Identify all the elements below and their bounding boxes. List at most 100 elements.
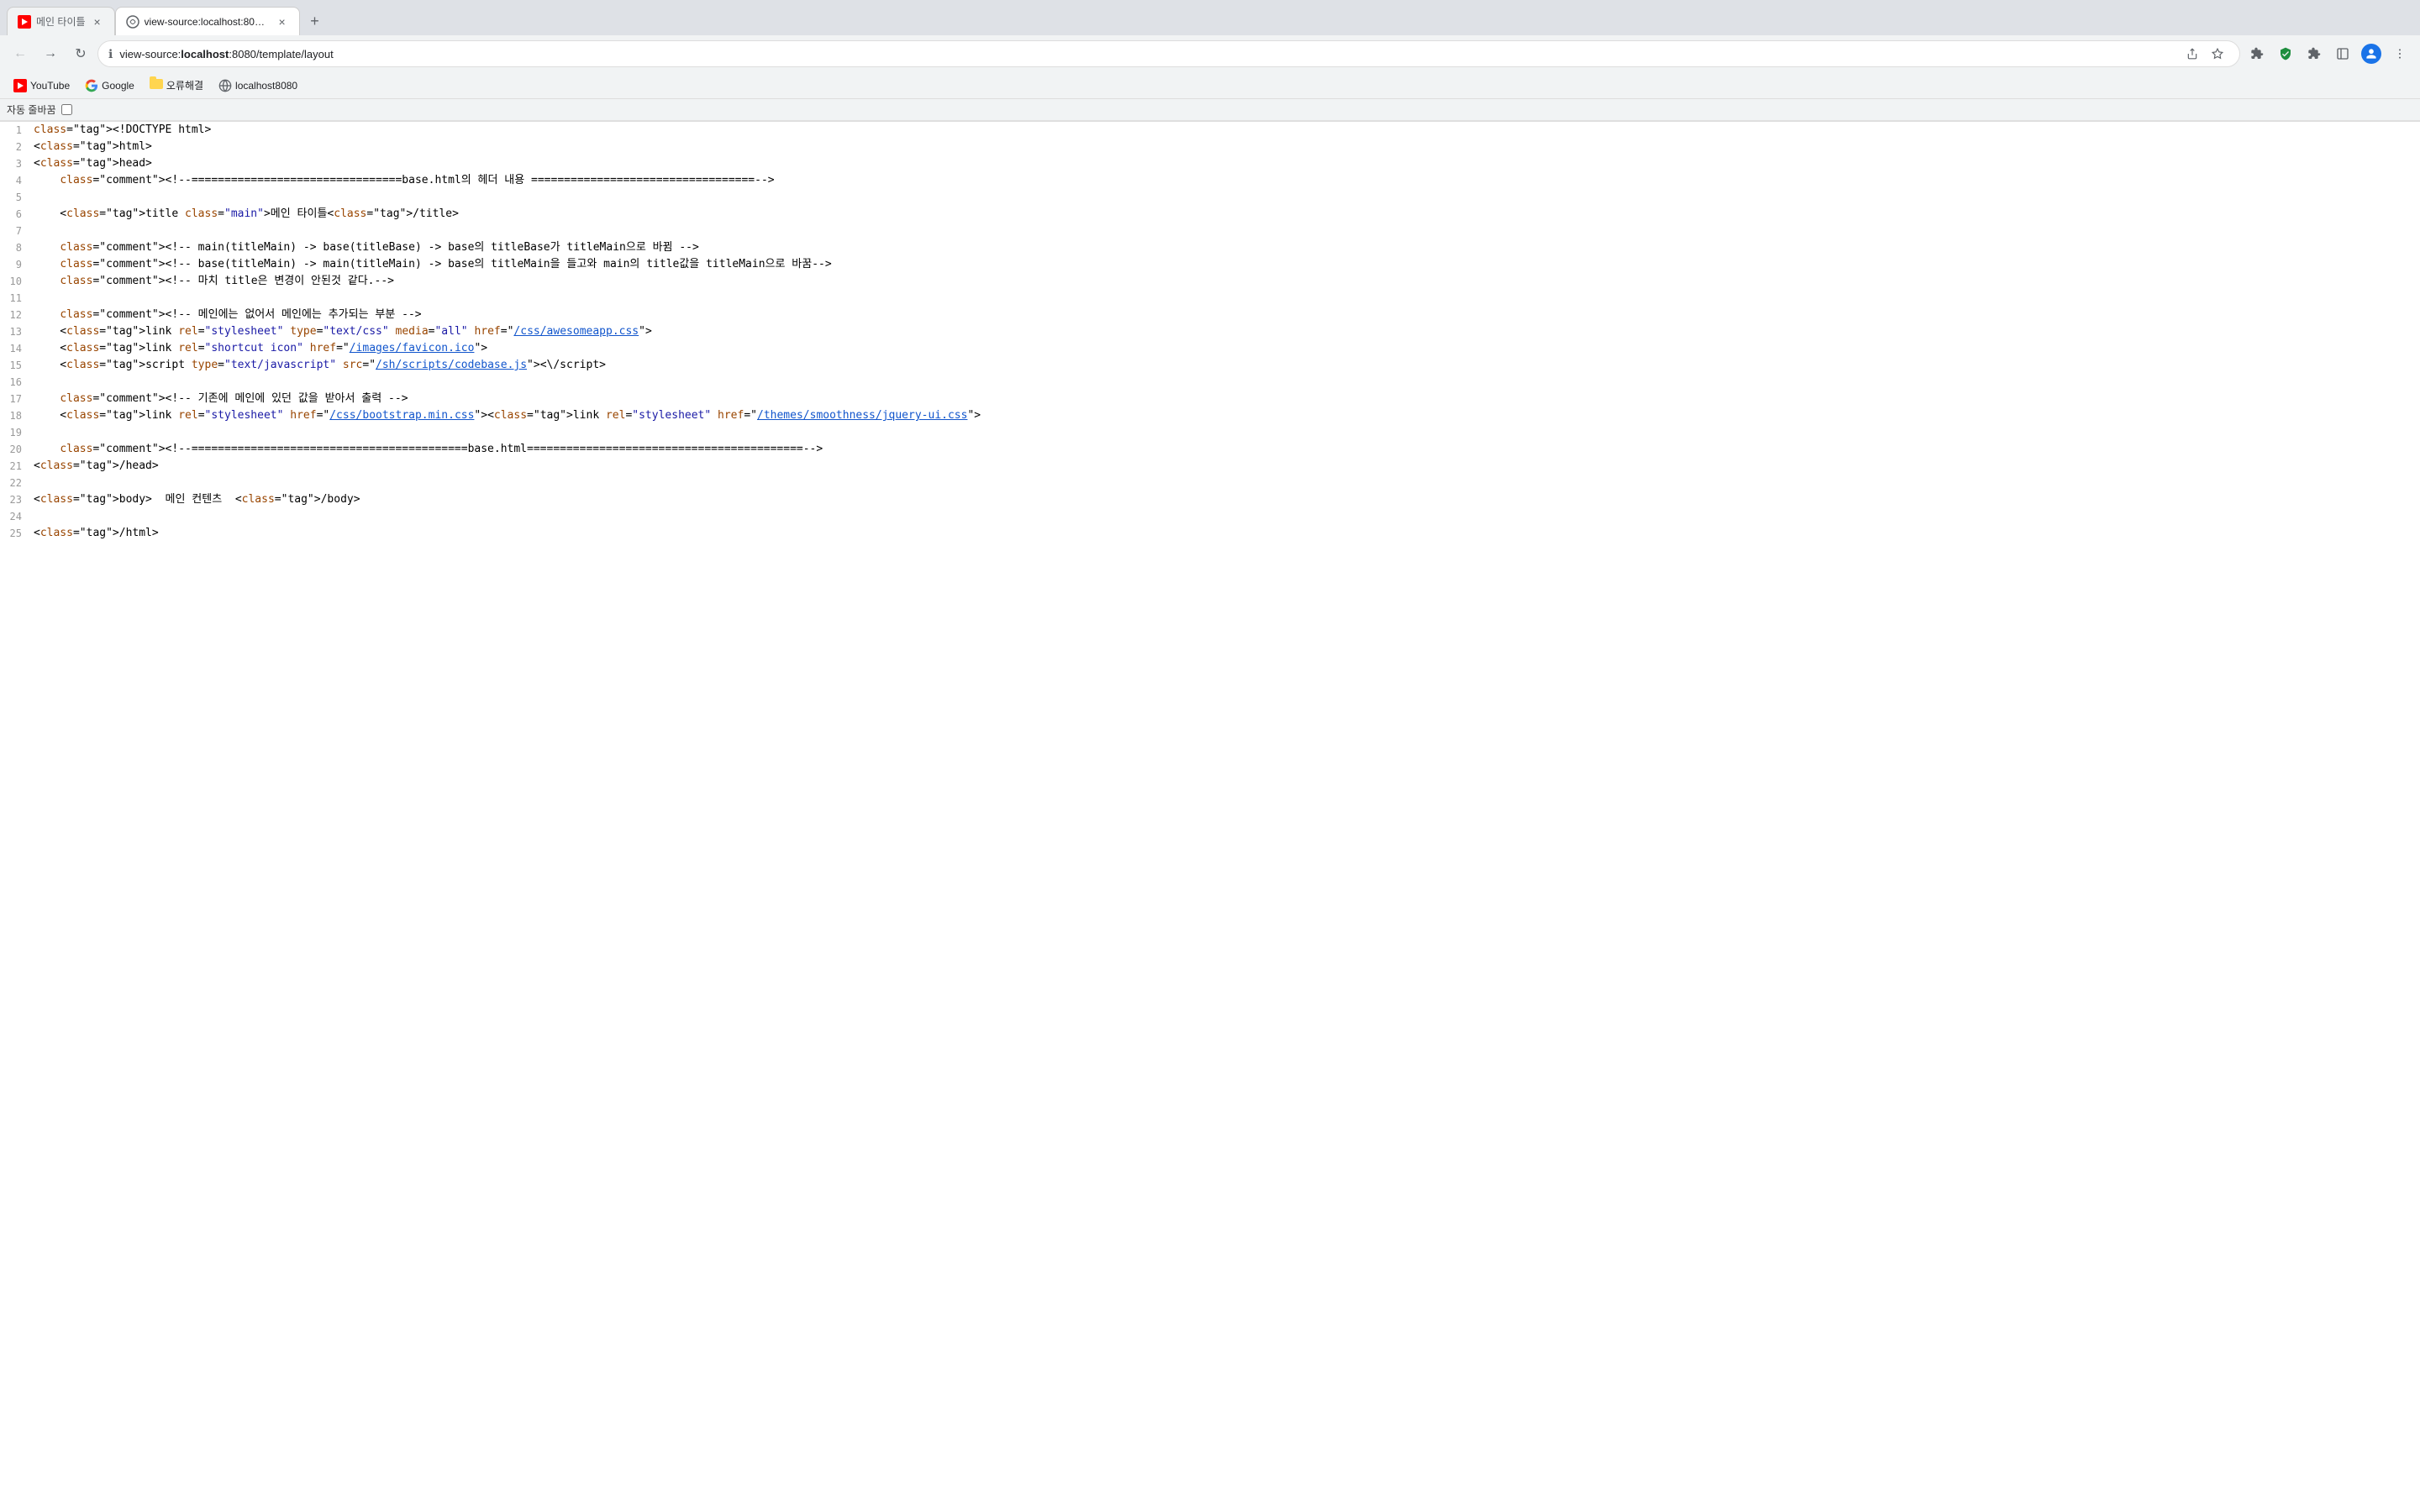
- code-line: 21<class="tag">/head>: [0, 458, 2420, 475]
- code-line: 18 <class="tag">link rel="stylesheet" hr…: [0, 407, 2420, 424]
- line-number: 22: [0, 475, 30, 491]
- line-content: [30, 424, 2420, 441]
- line-number: 14: [0, 340, 30, 357]
- code-line: 3<class="tag">head>: [0, 155, 2420, 172]
- tab2-close-button[interactable]: ×: [276, 15, 289, 29]
- tab-bar: 메인 타이틀 × view-source:localhost:8080/t...…: [0, 0, 2420, 35]
- line-content: [30, 475, 2420, 491]
- code-line: 16: [0, 374, 2420, 391]
- code-line: 4 class="comment"><!--==================…: [0, 172, 2420, 189]
- line-content: <class="tag">link rel="stylesheet" type=…: [30, 323, 2420, 340]
- address-hostname: localhost: [181, 48, 229, 60]
- bookmark-youtube[interactable]: YouTube: [7, 76, 76, 96]
- line-number: 10: [0, 273, 30, 290]
- sidebar-button[interactable]: [2329, 40, 2356, 67]
- line-number: 19: [0, 424, 30, 441]
- line-content: <class="tag">html>: [30, 139, 2420, 155]
- line-number: 13: [0, 323, 30, 340]
- line-content: [30, 374, 2420, 391]
- forward-button[interactable]: →: [37, 40, 64, 67]
- line-number: 20: [0, 441, 30, 458]
- autowrap-label: 자동 줄바꿈: [7, 102, 56, 117]
- bookmark-error-label: 오류해결: [166, 78, 203, 92]
- line-number: 25: [0, 525, 30, 542]
- code-line: 25<class="tag">/html>: [0, 525, 2420, 542]
- line-number: 5: [0, 189, 30, 206]
- line-content: class="comment"><!-- 메인에는 없어서 메인에는 추가되는 …: [30, 307, 2420, 323]
- address-prefix: view-source:: [119, 48, 181, 60]
- line-content: <class="tag">script type="text/javascrip…: [30, 357, 2420, 374]
- code-line: 6 <class="tag">title class="main">메인 타이틀…: [0, 206, 2420, 223]
- code-line: 10 class="comment"><!-- 마치 title은 변경이 안된…: [0, 273, 2420, 290]
- line-number: 17: [0, 391, 30, 407]
- line-content: <class="tag">body> 메인 컨텐츠 <class="tag">/…: [30, 491, 2420, 508]
- bookmark-google[interactable]: Google: [78, 76, 141, 96]
- bookmarks-bar: YouTube Google 오류해결 localhost8080: [0, 72, 2420, 99]
- bookmark-localhost[interactable]: localhost8080: [212, 76, 304, 96]
- line-number: 4: [0, 172, 30, 189]
- line-number: 12: [0, 307, 30, 323]
- line-content: <class="tag">head>: [30, 155, 2420, 172]
- code-line: 19: [0, 424, 2420, 441]
- line-content: <class="tag">/head>: [30, 458, 2420, 475]
- menu-button[interactable]: [2386, 40, 2413, 67]
- bookmark-google-favicon: [85, 79, 98, 92]
- line-content: class="comment"><!-- main(titleMain) -> …: [30, 239, 2420, 256]
- tab-main-title[interactable]: 메인 타이틀 ×: [7, 7, 115, 35]
- address-text: view-source:localhost:8080/template/layo…: [119, 48, 2174, 60]
- code-line: 14 <class="tag">link rel="shortcut icon"…: [0, 340, 2420, 357]
- line-number: 23: [0, 491, 30, 508]
- autowrap-checkbox[interactable]: [61, 104, 72, 115]
- code-line: 17 class="comment"><!-- 기존에 메인에 있던 값을 받아…: [0, 391, 2420, 407]
- reload-button[interactable]: ↻: [67, 40, 94, 67]
- shield-button[interactable]: [2272, 40, 2299, 67]
- new-tab-button[interactable]: +: [303, 9, 327, 33]
- toolbar-actions: [2244, 40, 2413, 67]
- line-content: [30, 290, 2420, 307]
- line-number: 15: [0, 357, 30, 374]
- address-bar[interactable]: ℹ view-source:localhost:8080/template/la…: [97, 40, 2240, 67]
- code-line: 2<class="tag">html>: [0, 139, 2420, 155]
- line-number: 11: [0, 290, 30, 307]
- code-line: 24: [0, 508, 2420, 525]
- tab-viewsource[interactable]: view-source:localhost:8080/t... ×: [115, 7, 300, 35]
- code-line: 9 class="comment"><!-- base(titleMain) -…: [0, 256, 2420, 273]
- line-number: 9: [0, 256, 30, 273]
- line-content: <class="tag">link rel="stylesheet" href=…: [30, 407, 2420, 424]
- nav-bar: ← → ↻ ℹ view-source:localhost:8080/templ…: [0, 35, 2420, 72]
- address-path: :8080/template/layout: [229, 48, 333, 60]
- back-button[interactable]: ←: [7, 40, 34, 67]
- bookmark-google-label: Google: [102, 80, 134, 92]
- line-number: 8: [0, 239, 30, 256]
- code-line: 20 class="comment"><!--=================…: [0, 441, 2420, 458]
- code-line: 1class="tag"><!DOCTYPE html>: [0, 122, 2420, 139]
- tab1-favicon: [18, 15, 31, 29]
- line-content: <class="tag">link rel="shortcut icon" hr…: [30, 340, 2420, 357]
- extensions-puzzle-button[interactable]: [2301, 40, 2328, 67]
- bookmark-error-favicon: [150, 79, 163, 92]
- source-view: 1class="tag"><!DOCTYPE html>2<class="tag…: [0, 122, 2420, 542]
- line-content: [30, 189, 2420, 206]
- extensions-button[interactable]: [2244, 40, 2270, 67]
- line-content: <class="tag">/html>: [30, 525, 2420, 542]
- line-number: 1: [0, 122, 30, 139]
- bookmark-button[interactable]: [2206, 42, 2229, 66]
- line-number: 3: [0, 155, 30, 172]
- line-number: 16: [0, 374, 30, 391]
- profile-button[interactable]: [2358, 40, 2385, 67]
- line-number: 2: [0, 139, 30, 155]
- code-line: 15 <class="tag">script type="text/javasc…: [0, 357, 2420, 374]
- bookmark-localhost-label: localhost8080: [235, 80, 297, 92]
- share-button[interactable]: [2181, 42, 2204, 66]
- tab1-title: 메인 타이틀: [36, 14, 86, 29]
- line-number: 6: [0, 206, 30, 223]
- bookmark-error[interactable]: 오류해결: [143, 75, 210, 96]
- line-content: class="comment"><!-- base(titleMain) -> …: [30, 256, 2420, 273]
- line-number: 7: [0, 223, 30, 239]
- tab2-title: view-source:localhost:8080/t...: [145, 16, 271, 28]
- line-number: 24: [0, 508, 30, 525]
- line-content: class="comment"><!--====================…: [30, 172, 2420, 189]
- line-number: 18: [0, 407, 30, 424]
- line-content: class="comment"><!-- 마치 title은 변경이 안된것 같…: [30, 273, 2420, 290]
- tab1-close-button[interactable]: ×: [91, 15, 104, 29]
